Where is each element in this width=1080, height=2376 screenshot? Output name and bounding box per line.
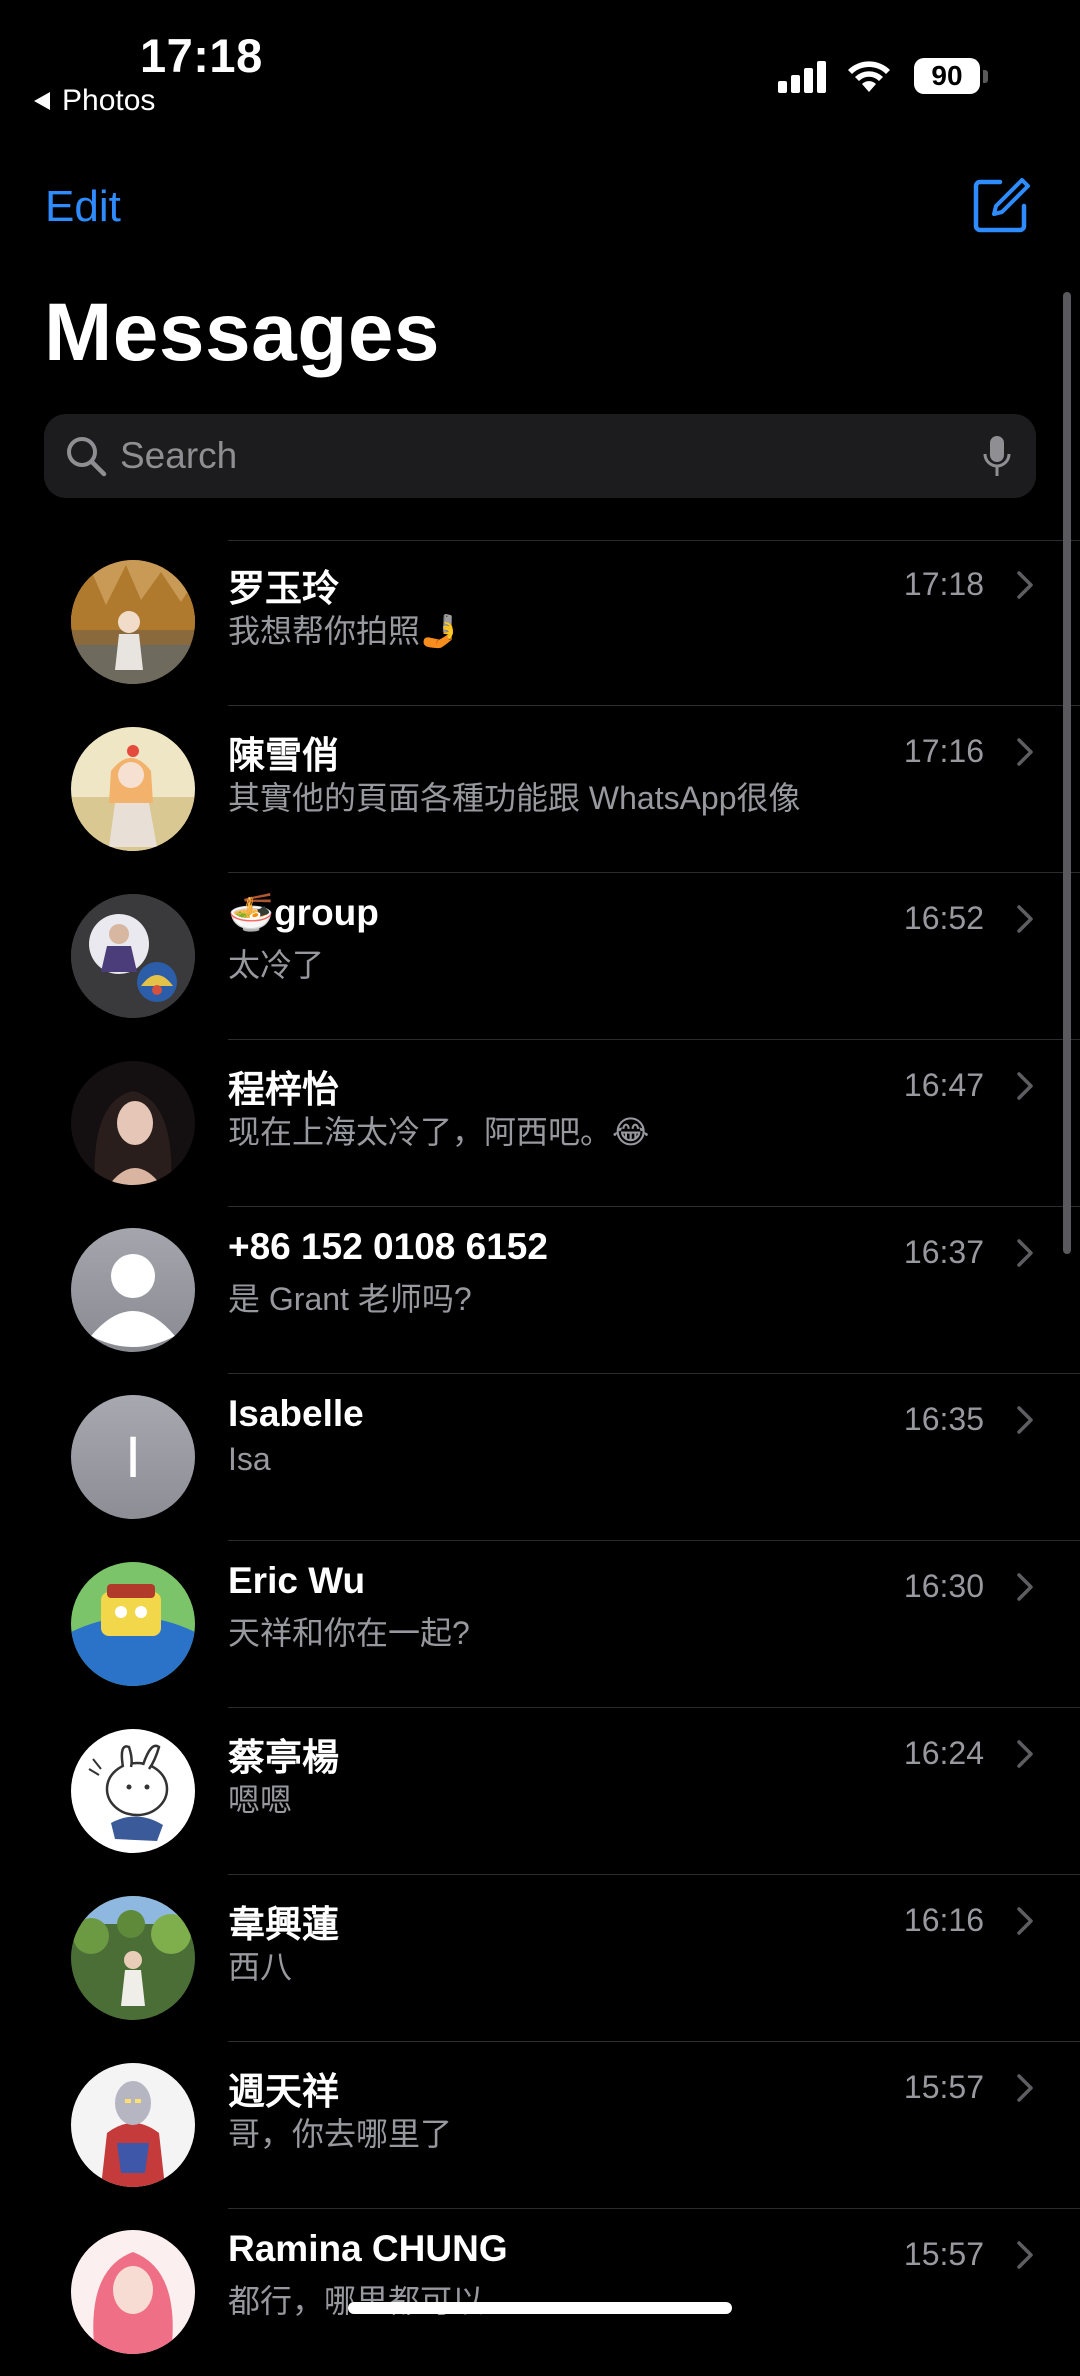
initial-avatar: I: [71, 1395, 195, 1519]
divider: [228, 2041, 1080, 2042]
battery-level: 90: [931, 60, 963, 91]
chevron-right-icon: [1017, 1740, 1033, 1768]
divider: [228, 2208, 1080, 2209]
chevron-right-icon: [1017, 1573, 1033, 1601]
message-preview: 都行，哪里都可以: [228, 2283, 485, 2319]
scroll-indicator[interactable]: [1063, 292, 1071, 1254]
message-time: 15:57: [903, 2069, 984, 2105]
message-time: 17:18: [903, 566, 984, 602]
divider: [228, 1206, 1080, 1207]
message-preview: 哥，你去哪里了: [228, 2116, 453, 2152]
avatar: [71, 1729, 195, 1853]
chevron-right-icon: [1017, 2241, 1033, 2269]
avatar: [71, 1061, 195, 1185]
contact-name: Eric Wu: [228, 1560, 366, 1601]
battery-icon: 90: [914, 58, 980, 94]
conversation-row[interactable]: 週天祥 哥，你去哪里了 15:57: [0, 2043, 1080, 2209]
contact-name: Isabelle: [228, 1393, 364, 1434]
search-input[interactable]: [120, 414, 980, 498]
message-preview: 我想帮你拍照🤳: [228, 613, 460, 649]
message-preview: 其實他的頁面各種功能跟 WhatsApp很像: [228, 780, 801, 816]
search-bar[interactable]: [44, 414, 1036, 498]
cellular-signal-icon: [774, 59, 826, 93]
message-time: 16:52: [903, 900, 984, 936]
message-preview: 是 Grant 老师吗?: [228, 1281, 472, 1317]
back-to-app-button[interactable]: Photos: [34, 84, 155, 118]
group-avatar: [71, 894, 195, 1018]
conversation-row[interactable]: Eric Wu 天祥和你在一起? 16:30: [0, 1542, 1080, 1708]
contact-name: 蔡亭楊: [228, 1737, 339, 1778]
conversation-row[interactable]: 程梓怡 现在上海太冷了，阿西吧。😂 16:47: [0, 1041, 1080, 1207]
conversation-row[interactable]: 陳雪俏 其實他的頁面各種功能跟 WhatsApp很像 17:16: [0, 707, 1080, 873]
divider: [228, 1874, 1080, 1875]
message-time: 16:16: [903, 1902, 984, 1938]
battery-tip: [983, 69, 988, 83]
message-preview: 天祥和你在一起?: [228, 1615, 470, 1651]
message-preview: Isa: [228, 1441, 271, 1477]
message-preview: 太冷了: [228, 947, 325, 983]
conversation-row[interactable]: I Isabelle Isa 16:35: [0, 1375, 1080, 1541]
chevron-right-icon: [1017, 1406, 1033, 1434]
contact-name: 程梓怡: [228, 1069, 339, 1110]
message-preview: 现在上海太冷了，阿西吧。😂: [228, 1114, 650, 1150]
contact-name: Ramina CHUNG: [228, 2228, 508, 2269]
chevron-right-icon: [1017, 1907, 1033, 1935]
divider: [228, 1039, 1080, 1040]
divider: [228, 872, 1080, 873]
chevron-right-icon: [1017, 571, 1033, 599]
status-time: 17:18: [140, 29, 263, 82]
avatar-initial: I: [124, 1424, 142, 1490]
back-triangle-icon: [34, 92, 50, 110]
message-time: 16:30: [903, 1568, 984, 1604]
avatar: [71, 1896, 195, 2020]
message-time: 16:37: [903, 1234, 984, 1270]
divider: [228, 1707, 1080, 1708]
conversation-row[interactable]: 🍜group 太冷了 16:52: [0, 874, 1080, 1040]
home-indicator[interactable]: [348, 2302, 732, 2314]
message-preview: 嗯嗯: [228, 1782, 293, 1818]
avatar: [71, 560, 195, 684]
message-time: 16:35: [903, 1401, 984, 1437]
chevron-right-icon: [1017, 1239, 1033, 1267]
default-avatar-icon: [71, 1228, 195, 1352]
conversation-row[interactable]: 蔡亭楊 嗯嗯 16:24: [0, 1709, 1080, 1875]
page-title: Messages: [44, 287, 441, 378]
avatar: [71, 2230, 195, 2354]
divider: [228, 1373, 1080, 1374]
conversation-row[interactable]: 罗玉玲 我想帮你拍照🤳 17:18: [0, 540, 1080, 706]
microphone-icon[interactable]: [982, 434, 1012, 480]
message-preview: 西八: [228, 1949, 293, 1985]
message-time: 17:16: [903, 733, 984, 769]
wifi-icon: [848, 61, 890, 92]
message-time: 16:47: [903, 1067, 984, 1103]
message-time: 15:57: [903, 2236, 984, 2272]
avatar: [71, 1562, 195, 1686]
chevron-right-icon: [1017, 738, 1033, 766]
contact-name: 韋興蓮: [228, 1904, 339, 1945]
status-bar: 17:18 Photos 90: [0, 0, 1080, 120]
contact-name: 罗玉玲: [228, 568, 339, 609]
chevron-right-icon: [1017, 2074, 1033, 2102]
contact-name: 🍜group: [228, 892, 379, 933]
contact-name: +86 152 0108 6152: [228, 1226, 548, 1267]
message-time: 16:24: [903, 1735, 984, 1771]
contact-name: 陳雪俏: [228, 735, 339, 776]
avatar: [71, 727, 195, 851]
divider: [228, 705, 1080, 706]
conversation-row[interactable]: Ramina CHUNG 都行，哪里都可以 15:57: [0, 2210, 1080, 2376]
divider: [228, 1540, 1080, 1541]
search-icon: [67, 437, 107, 477]
avatar: [71, 2063, 195, 2187]
status-icons: 90: [774, 58, 988, 94]
chevron-right-icon: [1017, 905, 1033, 933]
conversation-row[interactable]: +86 152 0108 6152 是 Grant 老师吗? 16:37: [0, 1208, 1080, 1374]
conversation-row[interactable]: 韋興蓮 西八 16:16: [0, 1876, 1080, 2042]
back-app-label: Photos: [62, 84, 156, 117]
chevron-right-icon: [1017, 1072, 1033, 1100]
compose-icon[interactable]: [970, 174, 1032, 236]
contact-name: 週天祥: [228, 2071, 339, 2112]
edit-button[interactable]: Edit: [45, 182, 121, 232]
